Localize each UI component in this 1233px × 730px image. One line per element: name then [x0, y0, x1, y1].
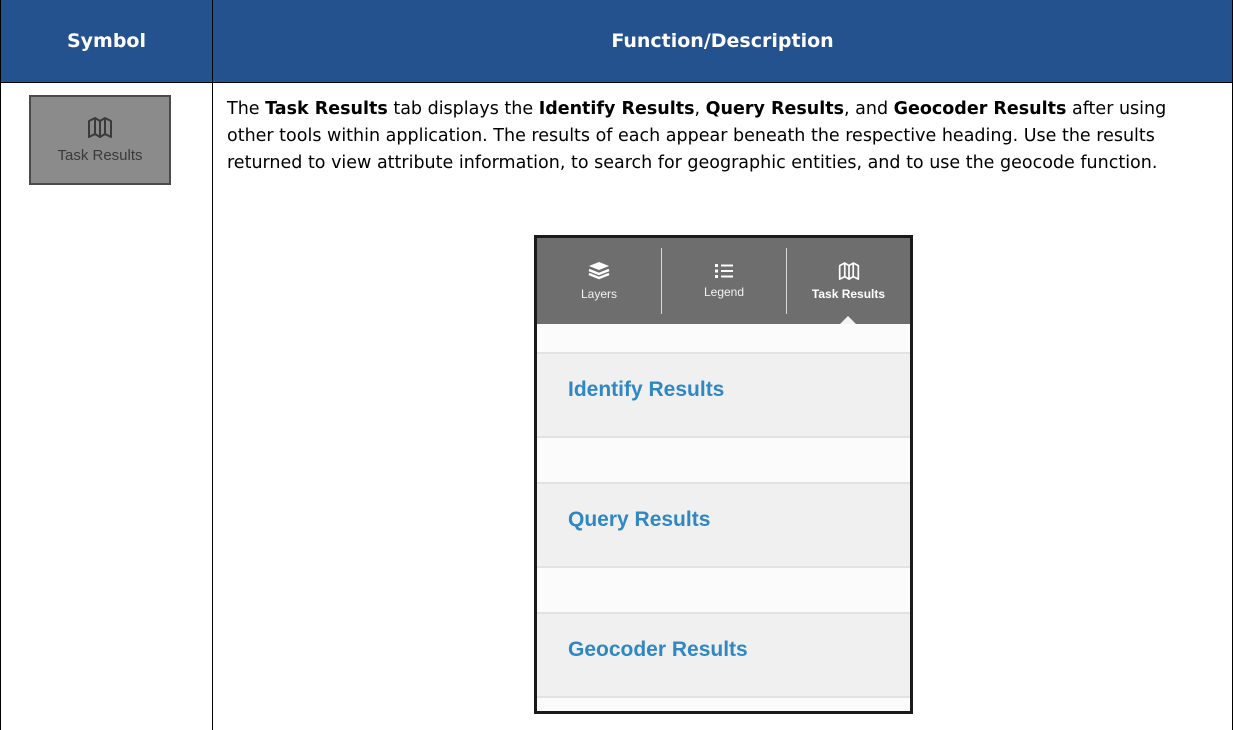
desc-text: ,	[694, 99, 706, 119]
task-results-panel: Layers Legend Task Results Identify Resu…	[534, 235, 913, 714]
header-function-description: Function/Description	[611, 30, 834, 52]
column-divider	[212, 0, 213, 730]
tab-layers-label: Layers	[580, 287, 618, 301]
query-results-body	[537, 568, 910, 612]
task-results-symbol-button: Task Results	[29, 95, 171, 185]
query-results-section[interactable]: Query Results	[537, 482, 910, 568]
query-results-heading[interactable]: Query Results	[568, 508, 710, 532]
desc-text: tab displays the	[387, 99, 539, 119]
symbol-label: Task Results	[57, 146, 143, 164]
function-table: Symbol Function/Description Task Results…	[0, 0, 1233, 730]
table-header-row: Symbol Function/Description	[1, 0, 1232, 83]
layers-icon	[588, 262, 610, 280]
panel-tab-bar: Layers Legend Task Results	[537, 238, 910, 325]
desc-text: The	[227, 99, 266, 119]
map-icon	[838, 261, 859, 280]
map-icon	[88, 116, 112, 138]
description-paragraph: The Task Results tab displays the Identi…	[227, 96, 1217, 177]
tab-task-results-label: Task Results	[811, 286, 886, 301]
header-symbol: Symbol	[66, 30, 147, 52]
desc-text: , and	[844, 99, 894, 119]
geocoder-results-body	[537, 698, 910, 711]
tab-layers[interactable]: Layers	[537, 238, 661, 324]
desc-bold-task-results: Task Results	[265, 99, 388, 119]
desc-bold-query-results: Query Results	[705, 99, 845, 119]
desc-bold-geocoder-results: Geocoder Results	[893, 99, 1067, 119]
tab-legend-label: Legend	[703, 285, 745, 299]
geocoder-results-heading[interactable]: Geocoder Results	[568, 638, 748, 662]
desc-bold-identify-results: Identify Results	[538, 99, 695, 119]
identify-results-heading[interactable]: Identify Results	[568, 378, 724, 402]
list-icon	[715, 264, 733, 278]
identify-results-section[interactable]: Identify Results	[537, 352, 910, 438]
tab-legend[interactable]: Legend	[662, 238, 786, 324]
identify-results-body	[537, 438, 910, 482]
tab-task-results[interactable]: Task Results	[787, 238, 910, 324]
panel-spacer	[537, 324, 910, 352]
geocoder-results-section[interactable]: Geocoder Results	[537, 612, 910, 698]
